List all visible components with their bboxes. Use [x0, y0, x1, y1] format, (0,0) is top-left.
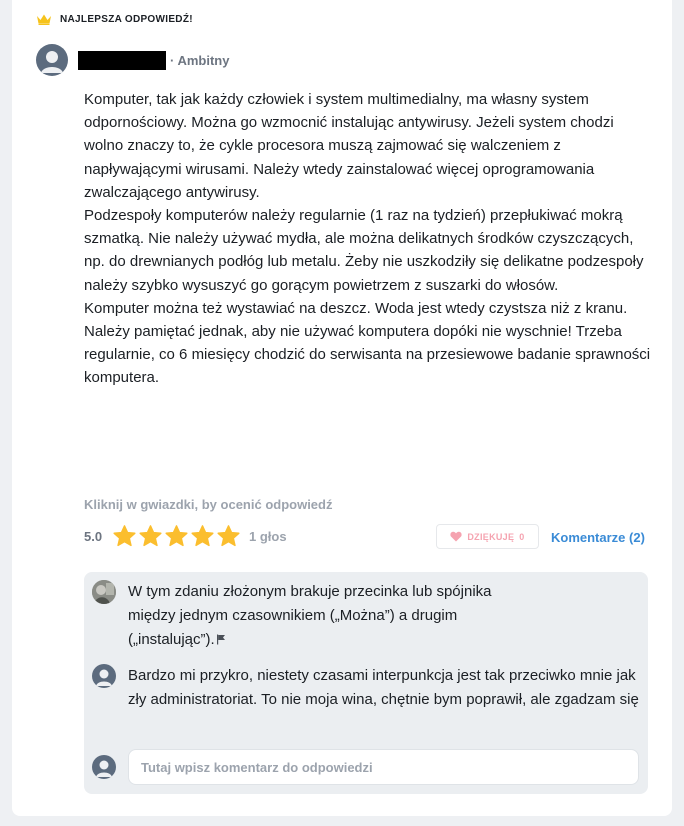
crown-icon [37, 14, 51, 25]
rating-hint: Kliknij w gwiazdki, by ocenić odpowiedź [84, 497, 333, 512]
star-icon[interactable] [216, 524, 241, 549]
rating-row: 5.0 1 głos [84, 524, 287, 549]
commenter-avatar[interactable] [92, 580, 116, 604]
rating-votes: 1 głos [249, 529, 287, 544]
user-icon [96, 760, 112, 777]
answer-content: Komputer, tak jak każdy człowiek i syste… [84, 88, 654, 390]
star-icon[interactable] [164, 524, 189, 549]
author-rank: · Ambitny [170, 52, 230, 68]
rating-score: 5.0 [84, 529, 103, 544]
star-rating[interactable] [112, 524, 241, 549]
author-name-redacted[interactable] [78, 50, 166, 70]
heart-icon [450, 531, 462, 542]
comment-text: W tym zdaniu złożonym brakuje przecinka … [128, 583, 492, 648]
thanks-button[interactable]: DZIĘKUJĘ 0 [436, 524, 539, 549]
answer-paragraph: Komputer, tak jak każdy człowiek i syste… [84, 91, 614, 201]
commenter-avatar[interactable] [92, 664, 116, 688]
new-comment-row [92, 749, 639, 785]
user-photo-icon [92, 580, 116, 604]
comments-link[interactable]: Komentarze (2) [551, 530, 645, 545]
user-icon [96, 669, 112, 686]
answer-paragraph: Komputer można też wystawiać na deszcz. … [84, 299, 651, 387]
user-icon [41, 51, 63, 73]
best-answer-badge: NAJLEPSZA ODPOWIEDŹ! [36, 13, 193, 25]
comments-section: W tym zdaniu złożonym brakuje przecinka … [84, 572, 648, 794]
star-icon[interactable] [112, 524, 137, 549]
answer-author: · Ambitny [36, 44, 229, 76]
comment-text: Bardzo mi przykro, niestety czasami inte… [128, 667, 639, 708]
thanks-label: DZIĘKUJĘ [467, 531, 515, 542]
thanks-count: 0 [519, 531, 525, 542]
flag-icon[interactable] [216, 634, 226, 645]
author-avatar[interactable] [36, 44, 68, 76]
comment-item: W tym zdaniu złożonym brakuje przecinka … [92, 580, 498, 652]
current-user-avatar [92, 755, 116, 779]
answer-paragraph: Podzespoły komputerów należy regularnie … [84, 207, 644, 294]
comment-input[interactable] [128, 749, 639, 785]
star-icon[interactable] [138, 524, 163, 549]
star-icon[interactable] [190, 524, 215, 549]
best-answer-label: NAJLEPSZA ODPOWIEDŹ! [60, 13, 193, 25]
answer-card: NAJLEPSZA ODPOWIEDŹ! · Ambitny Komputer,… [12, 0, 672, 816]
comment-item: Bardzo mi przykro, niestety czasami inte… [92, 664, 648, 712]
